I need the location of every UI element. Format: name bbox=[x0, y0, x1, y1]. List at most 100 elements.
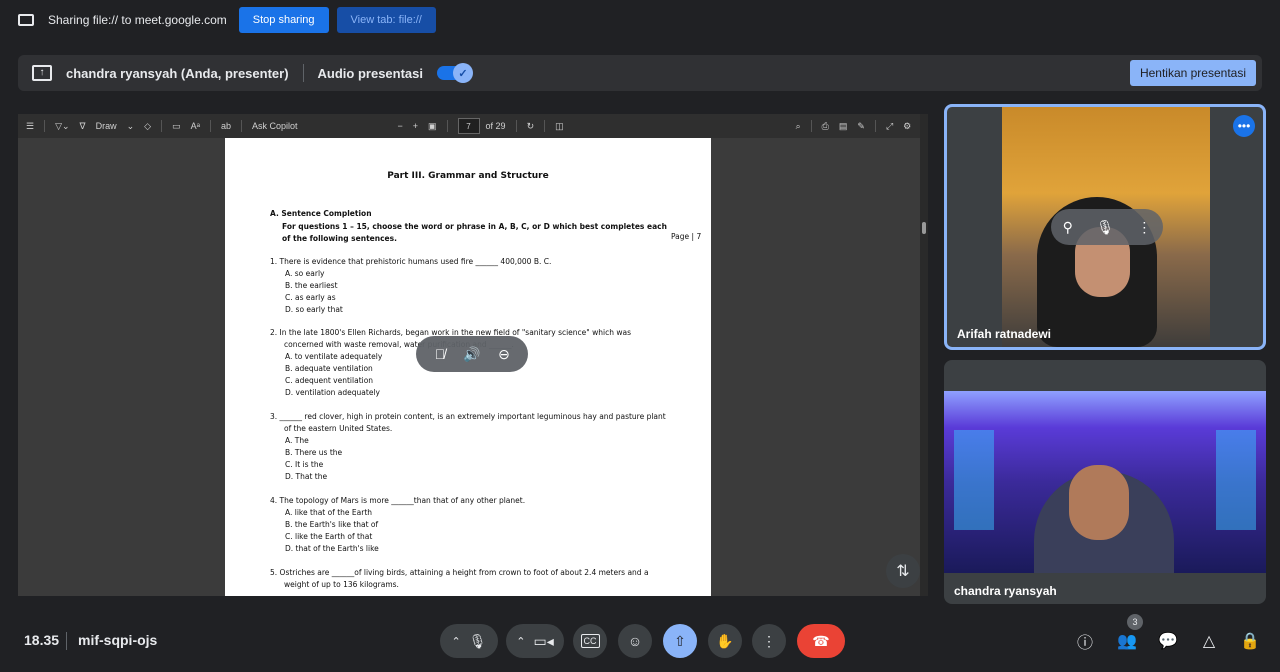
settings-icon[interactable]: ⚙ bbox=[903, 121, 911, 132]
volume-icon[interactable]: 🔊 bbox=[461, 346, 483, 363]
option: C. It is the bbox=[285, 460, 324, 469]
stop-presenting-button[interactable]: Hentikan presentasi bbox=[1129, 60, 1256, 86]
question: 5. Ostriches are ______of living birds, … bbox=[270, 567, 670, 591]
option: D. that of the Earth's like bbox=[285, 544, 379, 553]
emoji-button[interactable]: ☺ bbox=[618, 624, 652, 658]
option: A. The bbox=[285, 436, 309, 445]
participant-tile[interactable]: ⚲ 🎙 ⋮ ••• Arifah ratnadewi bbox=[944, 104, 1266, 350]
sharing-bar: Sharing file:// to meet.google.com Stop … bbox=[0, 0, 1280, 40]
question: 4. The topology of Mars is more ______th… bbox=[270, 495, 670, 555]
participant-count-badge: 3 bbox=[1127, 614, 1143, 630]
option: B. There us the bbox=[285, 448, 343, 457]
info-icon[interactable]: ⓘ bbox=[1073, 630, 1097, 652]
option: A. like that of the Earth bbox=[285, 508, 373, 517]
mic-off-icon[interactable]: 🎙̸ bbox=[429, 346, 451, 362]
pin-icon[interactable]: ⚲ bbox=[1063, 219, 1073, 236]
question-stem: 4. The topology of Mars is more ______th… bbox=[270, 496, 526, 505]
page-view-icon[interactable]: ◫ bbox=[555, 121, 564, 132]
people-icon[interactable]: 👥 bbox=[1115, 630, 1139, 652]
more-vert-icon[interactable]: ⋮ bbox=[1137, 219, 1151, 236]
translate-icon[interactable]: ab bbox=[221, 121, 231, 131]
presenter-name: chandra ryansyah (Anda, presenter) bbox=[66, 65, 289, 81]
option: C. adequent ventilation bbox=[285, 376, 374, 385]
page-number-input[interactable]: 7 bbox=[457, 118, 480, 134]
mic-icon[interactable]: 🎙 bbox=[469, 633, 487, 650]
eraser-icon[interactable]: ◇ bbox=[144, 121, 151, 132]
draw-button[interactable]: Draw bbox=[96, 121, 117, 131]
mic-icon[interactable]: 🎙 bbox=[1096, 219, 1114, 236]
audio-presentation-toggle[interactable]: ✓ bbox=[437, 63, 473, 83]
chat-icon[interactable]: 💬 bbox=[1156, 630, 1180, 652]
part-title: Part III. Grammar and Structure bbox=[387, 171, 549, 181]
instruction-text: For questions 1 – 15, choose the word or… bbox=[282, 222, 667, 243]
present-screen-icon: ⇧ bbox=[674, 632, 686, 649]
leave-call-button[interactable]: ☎ bbox=[797, 624, 845, 658]
pdf-scrollbar[interactable] bbox=[920, 114, 928, 596]
audio-presentation-label: Audio presentasi bbox=[317, 65, 423, 81]
zoom-in-icon[interactable]: + bbox=[413, 121, 418, 131]
fullscreen-icon[interactable]: ⤢ bbox=[886, 121, 893, 132]
page-label: Page | 7 bbox=[671, 232, 702, 241]
raise-hand-button[interactable]: ✋ bbox=[708, 624, 742, 658]
question-stem: 3. ______ red clover, high in protein co… bbox=[270, 412, 666, 433]
participant-name: Arifah ratnadewi bbox=[957, 327, 1052, 341]
question: 1. There is evidence that prehistoric hu… bbox=[270, 256, 670, 316]
hand-icon: ✋ bbox=[716, 632, 734, 649]
fit-page-icon[interactable]: ▣ bbox=[428, 121, 437, 132]
question: 3. ______ red clover, high in protein co… bbox=[270, 411, 670, 483]
clock: 18.35 bbox=[24, 632, 60, 648]
activities-icon[interactable]: △ bbox=[1197, 630, 1221, 652]
tile-controls: ⚲ 🎙 ⋮ bbox=[1051, 209, 1163, 245]
option: B. the earliest bbox=[285, 281, 338, 290]
option: C. like the Earth of that bbox=[285, 532, 373, 541]
screen-share-icon bbox=[18, 14, 34, 26]
shared-screen: ☰ ▽⌄ ∇ Draw ⌄ ◇ ▭ Aᵃ ab Ask Copilot − + … bbox=[18, 114, 928, 596]
view-icon[interactable]: ▭ bbox=[172, 121, 181, 132]
camera-control[interactable]: ⌃ ▭◂ bbox=[506, 624, 564, 658]
page-total: of 29 bbox=[485, 121, 506, 131]
floating-presenter-controls: 🎙̸ 🔊 ⊖ bbox=[416, 336, 528, 372]
pdf-toolbar: ☰ ▽⌄ ∇ Draw ⌄ ◇ ▭ Aᵃ ab Ask Copilot − + … bbox=[18, 114, 923, 138]
mic-control[interactable]: ⌃ 🎙 bbox=[440, 624, 498, 658]
save-as-icon[interactable]: ✎ bbox=[857, 121, 865, 132]
participant-tile[interactable]: chandra ryansyah bbox=[944, 360, 1266, 604]
divider bbox=[302, 64, 304, 82]
more-options-button[interactable]: ••• bbox=[1233, 115, 1255, 137]
present-button[interactable]: ⇧ bbox=[663, 624, 697, 658]
filter-icon[interactable]: ▽⌄ bbox=[55, 121, 69, 132]
option: D. so early that bbox=[285, 305, 343, 314]
contents-icon[interactable]: ☰ bbox=[26, 121, 34, 132]
chevron-down-icon[interactable]: ⌄ bbox=[127, 121, 135, 132]
option: C. as early as bbox=[285, 293, 336, 302]
zoom-out-icon[interactable]: − bbox=[397, 121, 402, 131]
meeting-code: mif-sqpi-ojs bbox=[78, 632, 158, 648]
participant-name: chandra ryansyah bbox=[954, 584, 1057, 598]
chevron-up-icon[interactable]: ⌃ bbox=[516, 635, 525, 648]
host-controls-icon[interactable]: 🔒 bbox=[1238, 630, 1262, 652]
more-vert-icon: ⋮ bbox=[762, 632, 776, 649]
captions-button[interactable]: CC bbox=[573, 624, 607, 658]
remove-icon[interactable]: ⊖ bbox=[493, 346, 515, 363]
option: D. ventilation adequately bbox=[285, 388, 380, 397]
search-icon[interactable]: ⌕ bbox=[796, 121, 801, 132]
stop-sharing-button[interactable]: Stop sharing bbox=[238, 7, 329, 33]
chevron-up-icon[interactable]: ⌃ bbox=[452, 635, 461, 648]
option: D. That the bbox=[285, 472, 328, 481]
text-size-icon[interactable]: Aᵃ bbox=[191, 121, 200, 131]
bottom-bar: 18.35 mif-sqpi-ojs ⌃ 🎙 ⌃ ▭◂ CC ☺ ⇧ ✋ ⋮ ☎… bbox=[0, 612, 1280, 672]
call-end-icon: ☎ bbox=[812, 632, 830, 649]
captions-icon: CC bbox=[580, 634, 600, 648]
swap-icon: ⇅ bbox=[896, 563, 910, 580]
print-icon[interactable]: ⎙ bbox=[822, 121, 829, 132]
present-screen-icon: ↑ bbox=[32, 65, 52, 81]
view-tab-button[interactable]: View tab: file:// bbox=[336, 7, 436, 33]
more-options-button[interactable]: ⋮ bbox=[752, 624, 786, 658]
ask-copilot-button[interactable]: Ask Copilot bbox=[252, 121, 298, 131]
emoji-icon: ☺ bbox=[627, 633, 643, 649]
section-title: A. Sentence Completion bbox=[270, 209, 372, 218]
swap-layout-button[interactable]: ⇅ bbox=[886, 554, 920, 588]
draw-icon[interactable]: ∇ bbox=[80, 121, 86, 132]
camera-icon[interactable]: ▭◂ bbox=[533, 633, 553, 650]
save-icon[interactable]: ▤ bbox=[839, 121, 848, 132]
rotate-icon[interactable]: ↻ bbox=[527, 121, 535, 132]
